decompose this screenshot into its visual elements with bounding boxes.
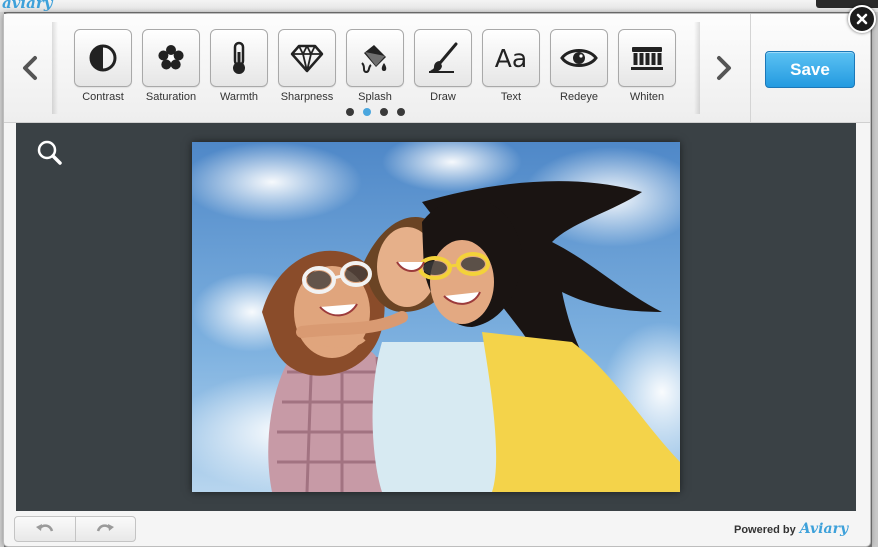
- tool-label: Contrast: [82, 91, 124, 103]
- tool-button[interactable]: [210, 29, 268, 87]
- background-right-edge: [872, 12, 878, 547]
- zoom-icon[interactable]: [36, 139, 64, 167]
- toolbar-right-shadow: [694, 22, 700, 114]
- page-dot[interactable]: [397, 108, 405, 116]
- editor-toolbar: Contrast Saturation Warmth Sharpness Spl…: [4, 14, 870, 123]
- tool-label: Text: [500, 91, 522, 103]
- page-dot[interactable]: [346, 108, 354, 116]
- powered-by: Powered by Aviary: [734, 521, 848, 537]
- page-dot[interactable]: [380, 108, 388, 116]
- editor-footer: Powered by Aviary: [4, 512, 870, 546]
- toolbar-divider: [750, 14, 751, 122]
- tool-button[interactable]: [142, 29, 200, 87]
- chevron-right-icon: [717, 56, 731, 80]
- paint-bucket-icon: [361, 45, 387, 74]
- save-button[interactable]: Save: [765, 51, 855, 88]
- tool-text[interactable]: Aa Text: [482, 29, 540, 103]
- tool-label: Sharpness: [280, 91, 334, 103]
- photo-editor-dialog: Contrast Saturation Warmth Sharpness Spl…: [3, 13, 871, 547]
- tool-button[interactable]: [74, 29, 132, 87]
- toolbar-pagination: [346, 108, 405, 116]
- tool-label: Whiten: [629, 91, 665, 103]
- tool-label: Warmth: [219, 91, 259, 103]
- tool-button[interactable]: [346, 29, 404, 87]
- powered-by-text: Powered by: [734, 524, 796, 536]
- tool-button[interactable]: [618, 29, 676, 87]
- redo-button[interactable]: [74, 517, 136, 541]
- svg-text:Aa: Aa: [495, 44, 527, 73]
- undo-button[interactable]: [15, 517, 75, 541]
- page-dot-active[interactable]: [363, 108, 371, 116]
- saturation-icon: [158, 45, 184, 70]
- tool-button[interactable]: Aa: [482, 29, 540, 87]
- image-canvas: [16, 123, 856, 511]
- contrast-icon: [89, 44, 117, 72]
- tool-sharpness[interactable]: Sharpness: [278, 29, 336, 103]
- chevron-left-icon: [23, 56, 37, 80]
- close-icon: [856, 13, 868, 25]
- tool-label: Draw: [430, 91, 456, 103]
- close-button[interactable]: [848, 5, 876, 33]
- edited-photo: [192, 142, 680, 492]
- tool-contrast[interactable]: Contrast: [74, 29, 132, 103]
- tool-label: Splash: [358, 91, 392, 103]
- toolbar-left-shadow: [52, 22, 58, 114]
- previous-tools-button[interactable]: [12, 48, 48, 88]
- background-logo-fragment: aviary: [2, 0, 53, 12]
- next-tools-button[interactable]: [706, 48, 742, 88]
- tool-button[interactable]: [550, 29, 608, 87]
- eye-icon: [560, 49, 598, 67]
- undo-icon: [35, 524, 53, 532]
- browser-background-strip: aviary: [0, 0, 878, 12]
- brush-icon: [429, 42, 458, 73]
- tool-button[interactable]: [278, 29, 336, 87]
- tool-saturation[interactable]: Saturation: [142, 29, 200, 103]
- teeth-icon: [631, 47, 663, 70]
- tool-draw[interactable]: Draw: [414, 29, 472, 103]
- tool-warmth[interactable]: Warmth: [210, 29, 268, 103]
- text-icon: Aa: [495, 44, 527, 73]
- tool-whiten[interactable]: Whiten: [618, 29, 676, 103]
- aviary-logo[interactable]: Aviary: [800, 521, 848, 537]
- diamond-icon: [290, 44, 324, 73]
- tool-label: Saturation: [145, 91, 197, 103]
- tool-button[interactable]: [414, 29, 472, 87]
- thermometer-icon: [233, 41, 245, 74]
- tool-redeye[interactable]: Redeye: [550, 29, 608, 103]
- photo-illustration: [192, 142, 680, 492]
- redo-icon: [97, 524, 115, 532]
- history-controls: [14, 516, 136, 542]
- tool-label: Redeye: [560, 91, 598, 103]
- tool-splash[interactable]: Splash: [346, 29, 404, 103]
- tool-list: Contrast Saturation Warmth Sharpness Spl…: [74, 29, 676, 103]
